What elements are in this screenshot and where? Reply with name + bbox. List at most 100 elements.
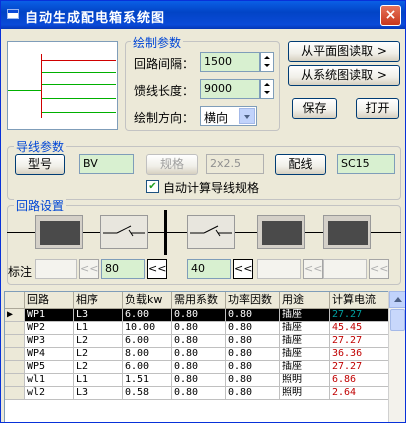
spec-input[interactable]: 2x2.5 xyxy=(206,154,264,174)
annotation-nav-2[interactable]: << xyxy=(147,259,167,279)
table-scrollbar[interactable] xyxy=(388,291,405,422)
annotation-nav-3[interactable]: << xyxy=(233,259,253,279)
table-cell[interactable]: 0.80 xyxy=(226,387,280,400)
table-cell[interactable]: 6.00 xyxy=(123,361,172,374)
table-cell[interactable]: 0.80 xyxy=(172,374,226,387)
row-indicator[interactable] xyxy=(5,322,25,335)
table-cell[interactable]: L1 xyxy=(74,374,123,387)
table-cell[interactable]: 照明 xyxy=(280,374,330,387)
table-cell[interactable]: 插座 xyxy=(280,348,330,361)
scroll-thumb[interactable] xyxy=(390,309,405,331)
annotation-field-5[interactable] xyxy=(323,259,367,279)
table-cell[interactable]: 0.80 xyxy=(226,322,280,335)
table-cell[interactable]: WP1 xyxy=(25,309,74,322)
loop-spacing-input[interactable]: 1500 xyxy=(200,52,260,72)
open-button[interactable]: 打开 xyxy=(356,98,399,119)
table-cell[interactable]: 27.27 xyxy=(330,361,388,374)
loop-breaker-2[interactable] xyxy=(257,215,305,249)
save-button[interactable]: 保存 xyxy=(292,98,337,119)
auto-calc-checkbox[interactable]: ✔ xyxy=(146,180,159,193)
wiring-input[interactable]: SC15 xyxy=(337,154,395,174)
table-cell[interactable]: 0.80 xyxy=(172,387,226,400)
table-cell[interactable]: 27.27 xyxy=(330,309,388,322)
table-row[interactable]: WP4 L2 8.00 0.80 0.80 插座 36.36 xyxy=(5,348,388,361)
row-indicator[interactable] xyxy=(5,348,25,361)
loop-spacing-spinner[interactable] xyxy=(260,52,274,72)
table-cell[interactable]: L2 xyxy=(74,361,123,374)
table-cell[interactable]: 1.51 xyxy=(123,374,172,387)
table-cell[interactable]: 插座 xyxy=(280,309,330,322)
circuit-table[interactable]: 回路 相序 负载kw 需用系数 功率因数 用途 计算电流 ▶ WP1 L3 6.00 0… xyxy=(4,291,389,422)
table-cell[interactable]: 36.36 xyxy=(330,348,388,361)
table-cell[interactable]: 45.45 xyxy=(330,322,388,335)
table-cell[interactable]: 10.00 xyxy=(123,322,172,335)
table-cell[interactable]: WP5 xyxy=(25,361,74,374)
annotation-nav-4[interactable]: << xyxy=(303,259,323,279)
table-row[interactable]: wl1 L1 1.51 0.80 0.80 照明 6.86 xyxy=(5,374,388,387)
feeder-length-spinner[interactable] xyxy=(260,79,274,99)
table-cell[interactable]: WP2 xyxy=(25,322,74,335)
table-cell[interactable]: L2 xyxy=(74,348,123,361)
table-cell[interactable]: 0.80 xyxy=(226,361,280,374)
table-cell[interactable]: 0.80 xyxy=(172,348,226,361)
table-cell[interactable]: 照明 xyxy=(280,387,330,400)
table-cell[interactable]: 0.80 xyxy=(172,322,226,335)
direction-select[interactable]: 横向 xyxy=(200,106,257,126)
table-cell[interactable]: 0.80 xyxy=(226,335,280,348)
table-cell[interactable]: 插座 xyxy=(280,361,330,374)
table-cell[interactable]: 0.80 xyxy=(172,335,226,348)
table-cell[interactable]: 0.80 xyxy=(226,309,280,322)
loop-switch-2[interactable] xyxy=(187,215,235,249)
table-cell[interactable]: wl2 xyxy=(25,387,74,400)
annotation-field-3[interactable]: 40 xyxy=(187,259,231,279)
model-input[interactable]: BV xyxy=(79,154,134,174)
table-cell[interactable]: 6.00 xyxy=(123,335,172,348)
loop-breaker-3[interactable] xyxy=(323,215,371,249)
annotation-field-4[interactable] xyxy=(257,259,301,279)
table-cell[interactable]: 0.80 xyxy=(172,361,226,374)
table-cell[interactable]: 0.80 xyxy=(172,309,226,322)
table-cell[interactable]: WP4 xyxy=(25,348,74,361)
col-header[interactable]: 回路 xyxy=(25,292,74,309)
table-row[interactable]: WP3 L2 6.00 0.80 0.80 插座 27.27 xyxy=(5,335,388,348)
read-from-system-button[interactable]: 从系统图读取 > xyxy=(288,65,400,86)
table-row[interactable]: wl2 L3 0.58 0.80 0.80 照明 2.64 xyxy=(5,387,388,400)
table-cell[interactable]: 0.58 xyxy=(123,387,172,400)
row-indicator[interactable] xyxy=(5,361,25,374)
col-header[interactable]: 计算电流 xyxy=(330,292,388,309)
model-button[interactable]: 型号 xyxy=(15,154,65,175)
table-cell[interactable]: 插座 xyxy=(280,335,330,348)
annotation-field-1[interactable] xyxy=(35,259,77,279)
wiring-button[interactable]: 配线 xyxy=(275,154,326,175)
col-header[interactable]: 功率因数 xyxy=(226,292,280,309)
col-header[interactable]: 相序 xyxy=(74,292,123,309)
row-indicator-arrow-icon[interactable]: ▶ xyxy=(5,309,25,322)
annotation-nav-5[interactable]: << xyxy=(369,259,389,279)
table-cell[interactable]: L3 xyxy=(74,309,123,322)
table-cell[interactable]: 0.80 xyxy=(226,374,280,387)
row-indicator[interactable] xyxy=(5,335,25,348)
annotation-nav-1[interactable]: << xyxy=(79,259,99,279)
scroll-up-arrow-icon[interactable] xyxy=(389,291,405,308)
table-row[interactable]: WP5 L2 6.00 0.80 0.80 插座 27.27 xyxy=(5,361,388,374)
table-cell[interactable]: 插座 xyxy=(280,322,330,335)
table-cell[interactable]: L1 xyxy=(74,322,123,335)
col-header[interactable]: 需用系数 xyxy=(172,292,226,309)
table-cell[interactable]: 0.80 xyxy=(226,348,280,361)
spec-button[interactable]: 规格 xyxy=(146,154,198,175)
loop-breaker-1[interactable] xyxy=(35,215,83,249)
col-header[interactable]: 用途 xyxy=(280,292,330,309)
table-cell[interactable]: 6.00 xyxy=(123,309,172,322)
table-cell[interactable]: 6.86 xyxy=(330,374,388,387)
row-indicator[interactable] xyxy=(5,374,25,387)
read-from-plan-button[interactable]: 从平面图读取 > xyxy=(288,41,400,62)
table-cell[interactable]: L3 xyxy=(74,387,123,400)
col-header[interactable]: 负载kw xyxy=(123,292,172,309)
title-bar[interactable]: 自动生成配电箱系统图 × xyxy=(1,1,405,29)
annotation-field-2[interactable]: 80 xyxy=(101,259,145,279)
table-cell[interactable]: 27.27 xyxy=(330,335,388,348)
table-cell[interactable]: 2.64 xyxy=(330,387,388,400)
table-row[interactable]: WP2 L1 10.00 0.80 0.80 插座 45.45 xyxy=(5,322,388,335)
table-cell[interactable]: 8.00 xyxy=(123,348,172,361)
table-row[interactable]: ▶ WP1 L3 6.00 0.80 0.80 插座 27.27 xyxy=(5,309,388,322)
